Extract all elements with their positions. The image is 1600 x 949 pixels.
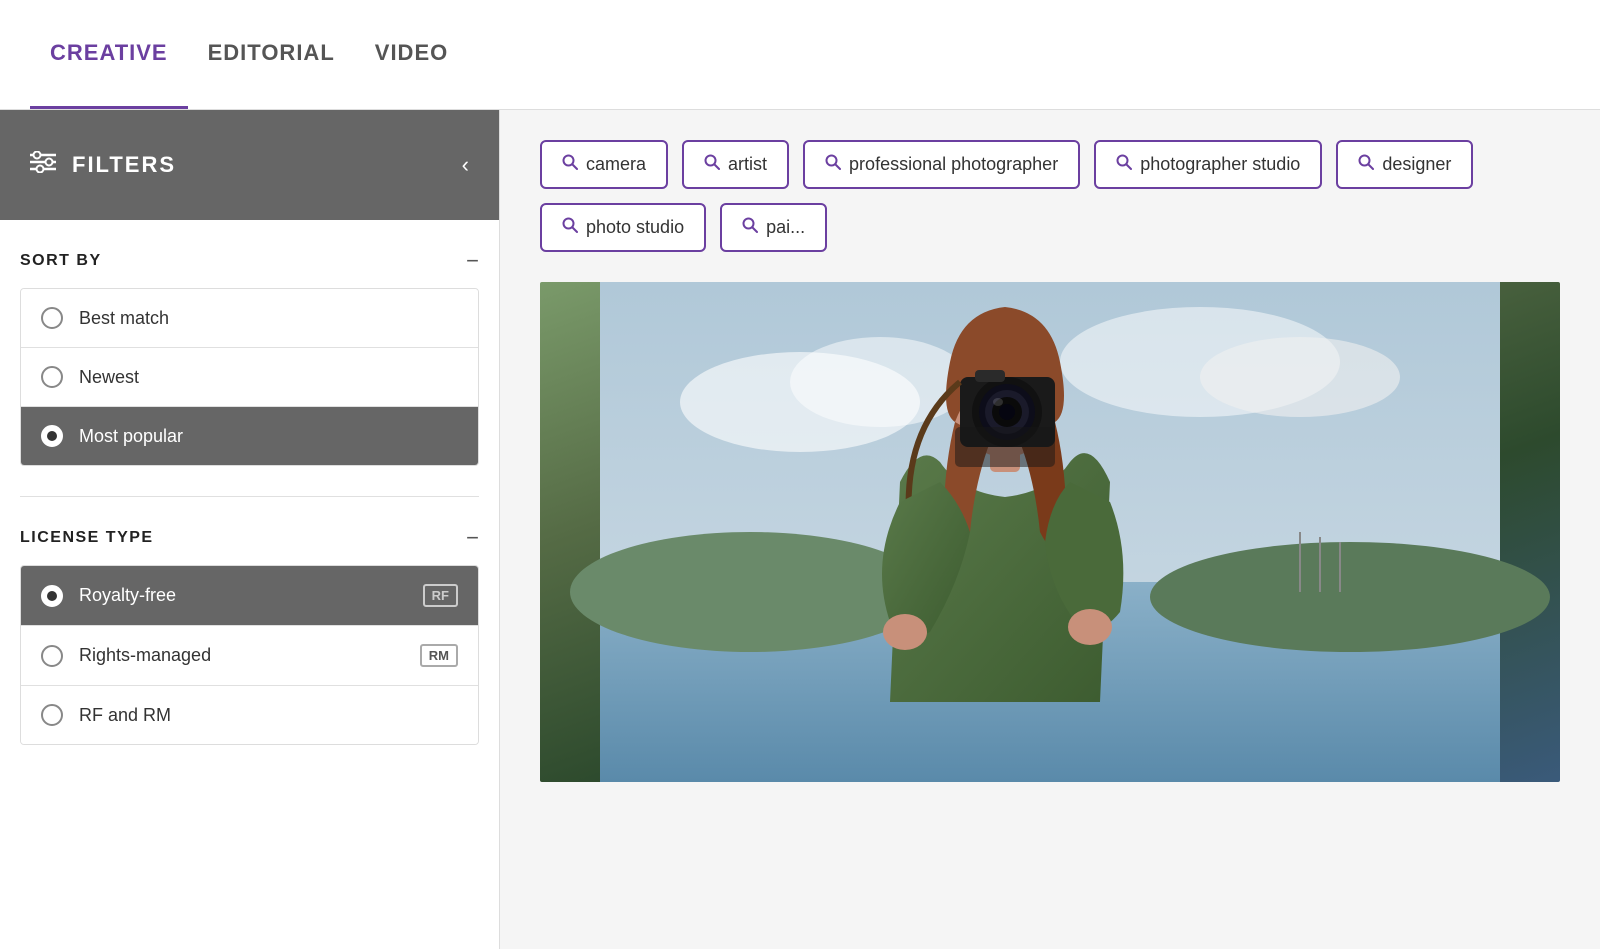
sort-by-section-header: SORT BY − (20, 250, 479, 272)
sidebar-header-left: FILTERS (30, 151, 176, 179)
license-badge-royalty-free: RF (423, 584, 458, 607)
sidebar-header: FILTERS ‹ (0, 110, 499, 220)
chip-label-camera: camera (586, 154, 646, 175)
main-photographer-image (540, 282, 1560, 782)
main-image-container (540, 282, 1560, 782)
chip-designer[interactable]: designer (1336, 140, 1473, 189)
chip-artist[interactable]: artist (682, 140, 789, 189)
search-icon (562, 154, 578, 175)
sort-option-most-popular[interactable]: Most popular (21, 407, 478, 465)
radio-circle-license-rf-and-rm (41, 704, 63, 726)
chip-label-artist: artist (728, 154, 767, 175)
chip-label-painter: pai... (766, 217, 805, 238)
license-option-rights-managed[interactable]: Rights-managed RM (21, 626, 478, 686)
tab-editorial[interactable]: EDITORIAL (188, 0, 355, 109)
radio-circle-license-royalty-free (41, 585, 63, 607)
chip-painter[interactable]: pai... (720, 203, 827, 252)
chip-photo-studio[interactable]: photo studio (540, 203, 706, 252)
sort-by-radio-group: Best match Newest Most popular (20, 288, 479, 466)
license-type-title: LICENSE TYPE (20, 529, 154, 547)
radio-dot-license-royalty-free (47, 591, 57, 601)
search-icon (1358, 154, 1374, 175)
radio-circle-license-rights-managed (41, 645, 63, 667)
tab-bar: CREATIVEEDITORIALVIDEO (0, 0, 1600, 110)
sort-option-best-match[interactable]: Best match (21, 289, 478, 348)
radio-label-most-popular: Most popular (79, 426, 183, 447)
tab-creative[interactable]: CREATIVE (30, 0, 188, 109)
license-type-radio-group: Royalty-free RF Rights-managed RM RF and RM (20, 565, 479, 745)
collapse-sidebar-button[interactable]: ‹ (462, 152, 469, 178)
radio-circle-best-match (41, 307, 63, 329)
chip-professional-photographer[interactable]: professional photographer (803, 140, 1080, 189)
license-option-royalty-free[interactable]: Royalty-free RF (21, 566, 478, 626)
search-icon (1116, 154, 1132, 175)
tab-video[interactable]: VIDEO (355, 0, 468, 109)
search-icon (704, 154, 720, 175)
license-badge-rights-managed: RM (420, 644, 458, 667)
radio-label-license-rf-and-rm: RF and RM (79, 705, 171, 726)
search-icon (562, 217, 578, 238)
content-area: camera artist professional photographer … (500, 110, 1600, 949)
radio-circle-newest (41, 366, 63, 388)
sidebar: FILTERS ‹ SORT BY − Best match Newest Most… (0, 110, 500, 949)
license-type-section-header: LICENSE TYPE − (20, 527, 479, 549)
search-icon (742, 217, 758, 238)
sort-by-collapse-button[interactable]: − (466, 250, 479, 272)
chip-label-designer: designer (1382, 154, 1451, 175)
license-type-collapse-button[interactable]: − (466, 527, 479, 549)
radio-label-license-rights-managed: Rights-managed (79, 645, 211, 666)
chip-photographer-studio[interactable]: photographer studio (1094, 140, 1322, 189)
sort-option-newest[interactable]: Newest (21, 348, 478, 407)
section-divider (20, 496, 479, 497)
sort-by-title: SORT BY (20, 252, 102, 270)
chip-label-photographer-studio: photographer studio (1140, 154, 1300, 175)
chip-label-professional-photographer: professional photographer (849, 154, 1058, 175)
search-icon (825, 154, 841, 175)
radio-circle-most-popular (41, 425, 63, 447)
chip-label-photo-studio: photo studio (586, 217, 684, 238)
chip-camera[interactable]: camera (540, 140, 668, 189)
radio-label-newest: Newest (79, 367, 139, 388)
chips-container: camera artist professional photographer … (540, 140, 1560, 252)
radio-label-best-match: Best match (79, 308, 169, 329)
main-layout: FILTERS ‹ SORT BY − Best match Newest Most… (0, 110, 1600, 949)
radio-label-license-royalty-free: Royalty-free (79, 585, 176, 606)
sidebar-content: SORT BY − Best match Newest Most popular L… (0, 220, 499, 805)
filters-label: FILTERS (72, 152, 176, 178)
filter-icon (30, 151, 56, 179)
license-option-rf-and-rm[interactable]: RF and RM (21, 686, 478, 744)
radio-dot-most-popular (47, 431, 57, 441)
